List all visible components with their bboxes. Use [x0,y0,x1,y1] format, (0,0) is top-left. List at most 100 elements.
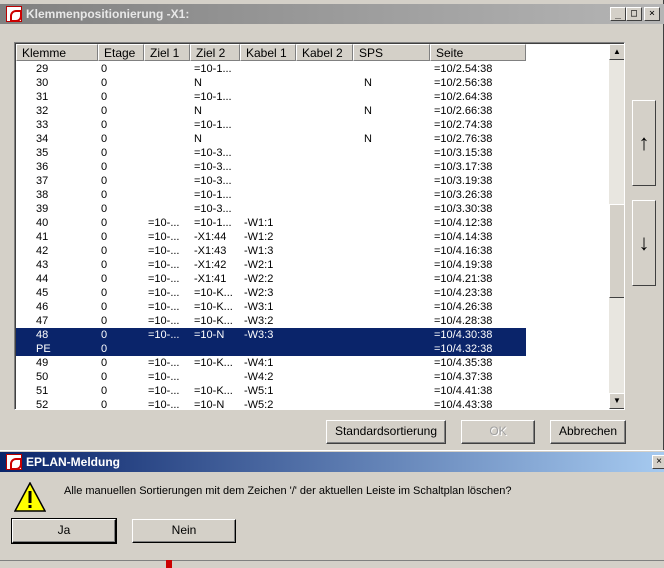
scroll-up-icon[interactable]: ▲ [609,44,624,60]
column-header[interactable]: Kabel 2 [296,44,353,61]
table-cell [296,272,353,286]
table-cell [190,370,240,384]
table-cell: 0 [101,175,108,187]
message-title: EPLAN-Meldung [26,455,120,469]
maximize-button[interactable]: □ [626,7,642,21]
table-cell: =10-... [148,357,180,369]
grid-rows: 29 0 =10-1... =10/2.54:38 30 0 N N =10/2.56:38 31… [16,62,608,409]
table-row[interactable]: 29 0 =10-1... =10/2.54:38 [16,62,608,76]
table-cell [296,328,353,342]
table-cell: 0 [101,105,108,117]
table-cell: -W1:1 [244,217,274,229]
table-cell: =10/2.76:38 [434,133,493,145]
column-header[interactable]: Ziel 2 [190,44,240,61]
table-row[interactable]: 38 0 =10-1... =10/3.26:38 [16,188,608,202]
table-cell [353,356,430,370]
column-header[interactable]: Kabel 1 [240,44,296,61]
table-cell [296,300,353,314]
table-row[interactable]: 47 0 =10-... =10-K... -W3:2 =10/4.28:38 [16,314,608,328]
table-row[interactable]: 36 0 =10-3... =10/3.17:38 [16,160,608,174]
minimize-button[interactable]: _ [610,7,626,21]
terminal-positioning-window: Klemmenpositionierung -X1: _ □ × Klemme E… [0,0,664,452]
table-cell [353,300,430,314]
table-cell [296,104,353,118]
table-cell: =10-1... [194,189,232,201]
table-cell: 0 [101,203,108,215]
table-cell: 43 [36,259,49,271]
table-row[interactable]: 40 0 =10-... =10-1... -W1:1 =10/4.12:38 [16,216,608,230]
table-cell [296,244,353,258]
table-row[interactable]: 32 0 N N =10/2.66:38 [16,104,608,118]
scroll-thumb[interactable] [609,204,624,298]
column-header[interactable]: SPS [353,44,430,61]
table-row[interactable]: 48 0 =10-... =10-N -W3:3 =10/4.30:38 [16,328,526,342]
table-cell: 31 [36,91,49,103]
table-row[interactable]: 39 0 =10-3... =10/3.30:38 [16,202,608,216]
table-cell: =10/4.30:38 [434,329,493,341]
table-cell: =10-... [148,217,180,229]
table-cell: 30 [36,77,49,89]
table-row[interactable]: 34 0 N N =10/2.76:38 [16,132,608,146]
window-titlebar[interactable]: Klemmenpositionierung -X1: _ □ × [0,4,664,24]
table-cell: =10-K... [194,287,233,299]
table-cell: =10/3.17:38 [434,161,493,173]
ok-button[interactable]: OK [461,420,535,444]
table-cell [144,62,190,76]
column-header[interactable]: Ziel 1 [144,44,190,61]
table-cell [353,328,430,342]
message-close-button[interactable]: × [652,455,664,469]
table-cell: 48 [36,329,49,341]
message-titlebar[interactable]: EPLAN-Meldung × [0,452,664,472]
table-row[interactable]: 35 0 =10-3... =10/3.15:38 [16,146,608,160]
warning-icon [14,482,46,512]
table-row[interactable]: 33 0 =10-1... =10/2.74:38 [16,118,608,132]
table-cell [353,160,430,174]
table-row[interactable]: 42 0 =10-... -X1:43 -W1:3 =10/4.16:38 [16,244,608,258]
table-cell: 0 [101,329,108,341]
move-up-button[interactable]: ↑ [632,100,656,186]
table-cell: -X1:41 [194,273,227,285]
table-cell: 45 [36,287,49,299]
cancel-button[interactable]: Abbrechen [550,420,626,444]
column-header[interactable]: Seite [430,44,526,61]
table-cell: =10/4.35:38 [434,357,493,369]
close-button[interactable]: × [644,7,660,21]
table-row[interactable]: 51 0 =10-... =10-K... -W5:1 =10/4.41:38 [16,384,608,398]
scroll-down-icon[interactable]: ▼ [609,393,624,409]
move-down-button[interactable]: ↓ [632,200,656,286]
table-cell: =10-3... [194,175,232,187]
table-cell: 29 [36,63,49,75]
table-row[interactable]: 45 0 =10-... =10-K... -W2:3 =10/4.23:38 [16,286,608,300]
table-cell [296,76,353,90]
table-cell [240,62,296,76]
table-row[interactable]: 44 0 =10-... -X1:41 -W2:2 =10/4.21:38 [16,272,608,286]
no-button[interactable]: Nein [132,519,236,543]
table-row[interactable]: 31 0 =10-1... =10/2.64:38 [16,90,608,104]
table-cell [296,132,353,146]
table-cell [240,76,296,90]
column-header[interactable]: Klemme [16,44,98,61]
table-cell: N [194,77,202,89]
yes-button[interactable]: Ja [11,518,117,544]
table-cell: 0 [101,189,108,201]
standard-sort-button[interactable]: Standardsortierung [326,420,446,444]
terminal-grid[interactable]: Klemme Etage Ziel 1 Ziel 2 Kabel 1 Kabel 2 SPS… [14,42,625,410]
table-row[interactable]: 37 0 =10-3... =10/3.19:38 [16,174,608,188]
table-row[interactable]: PE 0 =10/4.32:38 [16,342,526,356]
column-header[interactable]: Etage [98,44,144,61]
table-cell: 37 [36,175,49,187]
table-cell [144,202,190,216]
table-cell [353,90,430,104]
table-row[interactable]: 50 0 =10-... -W4:2 =10/4.37:38 [16,370,608,384]
table-row[interactable]: 30 0 N N =10/2.56:38 [16,76,608,90]
table-row[interactable]: 46 0 =10-... =10-K... -W3:1 =10/4.26:38 [16,300,608,314]
table-row[interactable]: 43 0 =10-... -X1:42 -W2:1 =10/4.19:38 [16,258,608,272]
table-row[interactable]: 52 0 =10-... =10-N -W5:2 =10/4.43:38 [16,398,608,409]
table-cell: =10-1... [194,217,232,229]
table-cell [144,118,190,132]
table-cell [353,146,430,160]
table-row[interactable]: 41 0 =10-... -X1:44 -W1:2 =10/4.14:38 [16,230,608,244]
table-row[interactable]: 49 0 =10-... =10-K... -W4:1 =10/4.35:38 [16,356,608,370]
table-cell: =10/4.21:38 [434,273,493,285]
vertical-scrollbar[interactable]: ▲ ▼ [609,44,624,409]
